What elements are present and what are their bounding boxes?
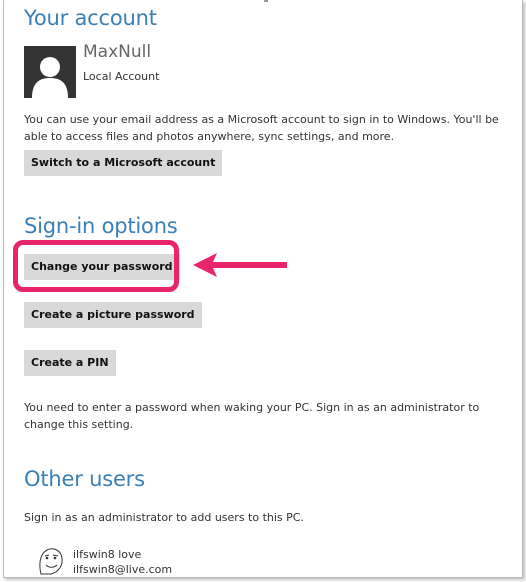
meme-face-icon xyxy=(39,548,63,575)
sign-in-options-heading: Sign-in options xyxy=(24,214,178,238)
top-marker xyxy=(264,0,268,2)
sign-in-note: You need to enter a password when waking… xyxy=(24,401,480,431)
user-silhouette-icon xyxy=(24,46,76,98)
user-name: MaxNull xyxy=(83,42,152,62)
other-users-note: Sign in as an administrator to add users… xyxy=(24,511,304,524)
switch-microsoft-account-button[interactable]: Switch to a Microsoft account xyxy=(24,150,223,176)
arrow-left-icon xyxy=(193,253,287,277)
microsoft-account-description: You can use your email address as a Micr… xyxy=(24,113,499,143)
create-pin-button[interactable]: Create a PIN xyxy=(24,350,116,376)
other-user-name[interactable]: ilfswin8 love xyxy=(73,548,141,561)
create-picture-password-button[interactable]: Create a picture password xyxy=(24,302,202,328)
user-type: Local Account xyxy=(83,70,160,83)
settings-panel: Your account MaxNull Local Account You c… xyxy=(3,0,523,578)
other-users-heading: Other users xyxy=(24,467,145,491)
your-account-heading: Your account xyxy=(24,6,157,30)
other-user-email[interactable]: ilfswin8@live.com xyxy=(73,563,172,576)
highlight-box xyxy=(13,240,179,292)
